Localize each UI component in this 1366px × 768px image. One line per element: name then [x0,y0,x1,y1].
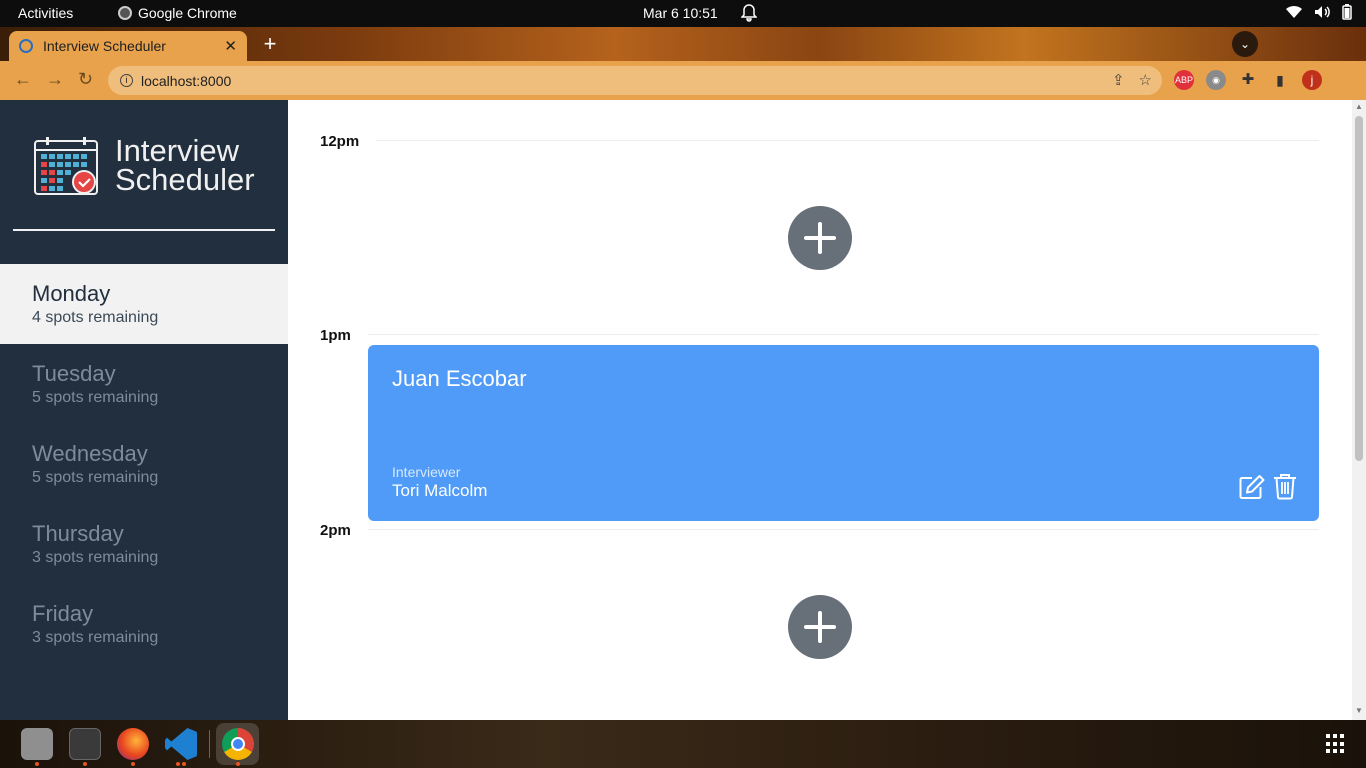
volume-icon [1315,6,1330,18]
show-applications-icon[interactable] [1326,734,1346,754]
url-text[interactable]: localhost:8000 [141,73,231,89]
day-name: Wednesday [32,441,148,466]
browser-toolbar: ← → ↻ i localhost:8000 ⇪ ☆ ABP ◉ ✚ ▮ j [0,61,1366,100]
day-name: Friday [32,601,94,626]
chrome-app-icon [118,6,132,20]
sidebar-divider [13,229,275,231]
app-menu[interactable]: Google Chrome [118,5,237,21]
share-icon[interactable]: ⇪ [1112,71,1125,89]
appointment-card: Juan Escobar Interviewer Tori Malcolm [368,345,1319,521]
vscode-app-icon[interactable] [165,728,197,760]
running-indicator [131,762,135,766]
web-page: Interview Scheduler Monday 4 spots remai… [0,100,1366,720]
profile-avatar[interactable]: j [1302,70,1322,90]
running-indicator [182,762,186,766]
battery-icon [1342,4,1352,20]
running-indicator [176,762,180,766]
spots-remaining: 3 spots remaining [32,549,159,566]
calendar-logo-icon [34,137,98,195]
time-separator [368,529,1319,530]
running-indicator [236,762,240,766]
interviewer-name: Tori Malcolm [392,481,488,500]
spots-remaining: 5 spots remaining [32,389,159,406]
address-bar[interactable]: i localhost:8000 ⇪ ☆ [108,66,1162,95]
bookmark-star-icon[interactable]: ☆ [1139,71,1152,89]
terminal-app-icon[interactable] [69,728,101,760]
schedule: 12pm 1pm Juan Escobar Interviewer Tori M… [288,100,1352,720]
files-app-icon[interactable] [21,728,53,760]
activities-button[interactable]: Activities [18,5,73,21]
adblock-extension-icon[interactable]: ABP [1174,70,1194,90]
side-panel-icon[interactable]: ▮ [1270,70,1290,90]
react-favicon-icon [19,39,33,53]
running-indicator [83,762,87,766]
student-name: Juan Escobar [392,366,527,391]
app-title-line2: Scheduler [115,162,255,197]
spots-remaining: 5 spots remaining [32,469,159,486]
firefox-app-icon[interactable] [117,728,149,760]
tab-title: Interview Scheduler [43,38,166,54]
time-separator [368,334,1319,335]
time-label: 2pm [320,522,351,539]
app-title: Interview Scheduler [115,133,255,197]
time-label: 1pm [320,327,351,344]
add-appointment-button[interactable] [788,595,852,659]
close-tab-icon[interactable]: ✕ [224,37,237,55]
forward-arrow-icon[interactable]: → [46,69,64,90]
scrollbar-thumb[interactable] [1355,116,1363,461]
system-tray[interactable] [1286,4,1352,20]
chrome-app-icon[interactable] [222,728,254,760]
taskbar-dock [0,720,1366,768]
interviewer-label: Interviewer [392,464,461,480]
trash-icon[interactable] [1272,472,1298,500]
back-arrow-icon[interactable]: ← [14,69,32,90]
add-appointment-button[interactable] [788,206,852,270]
time-separator [376,140,1319,141]
browser-tab-strip: Interview Scheduler ✕ + ⌄ [0,27,1366,61]
day-name: Monday [32,281,111,306]
day-list-item-friday[interactable]: Friday 3 spots remaining [0,584,288,664]
tab-search-button[interactable]: ⌄ [1232,31,1258,57]
clock[interactable]: Mar 6 10:51 [643,5,718,21]
extension-icon[interactable]: ◉ [1206,70,1226,90]
notification-bell-icon[interactable] [740,4,758,25]
day-list-item-wednesday[interactable]: Wednesday 5 spots remaining [0,424,288,504]
system-top-bar: Activities Google Chrome Mar 6 10:51 [0,0,1366,27]
app-menu-label: Google Chrome [138,5,237,21]
browser-tab[interactable]: Interview Scheduler ✕ [9,31,247,61]
site-info-icon[interactable]: i [120,74,133,87]
page-scrollbar[interactable]: ▲ ▼ [1352,100,1366,720]
running-indicator [35,762,39,766]
wifi-icon [1286,5,1302,19]
time-label: 12pm [320,133,360,150]
puzzle-extensions-icon[interactable]: ✚ [1238,70,1258,90]
reload-icon[interactable]: ↻ [78,69,93,90]
day-name: Thursday [32,521,124,546]
scroll-down-arrow-icon[interactable]: ▼ [1355,706,1363,715]
app-title-line1: Interview [115,133,240,168]
day-list-item-thursday[interactable]: Thursday 3 spots remaining [0,504,288,584]
spots-remaining: 3 spots remaining [32,629,159,646]
dock-separator [209,730,210,758]
day-list-item-monday[interactable]: Monday 4 spots remaining [0,264,288,344]
day-list-item-tuesday[interactable]: Tuesday 5 spots remaining [0,344,288,424]
new-tab-button[interactable]: + [258,31,282,57]
sidebar: Interview Scheduler Monday 4 spots remai… [0,100,288,720]
day-name: Tuesday [32,361,116,386]
edit-icon[interactable] [1238,473,1266,501]
spots-remaining: 4 spots remaining [32,309,159,326]
scroll-up-arrow-icon[interactable]: ▲ [1355,102,1363,111]
